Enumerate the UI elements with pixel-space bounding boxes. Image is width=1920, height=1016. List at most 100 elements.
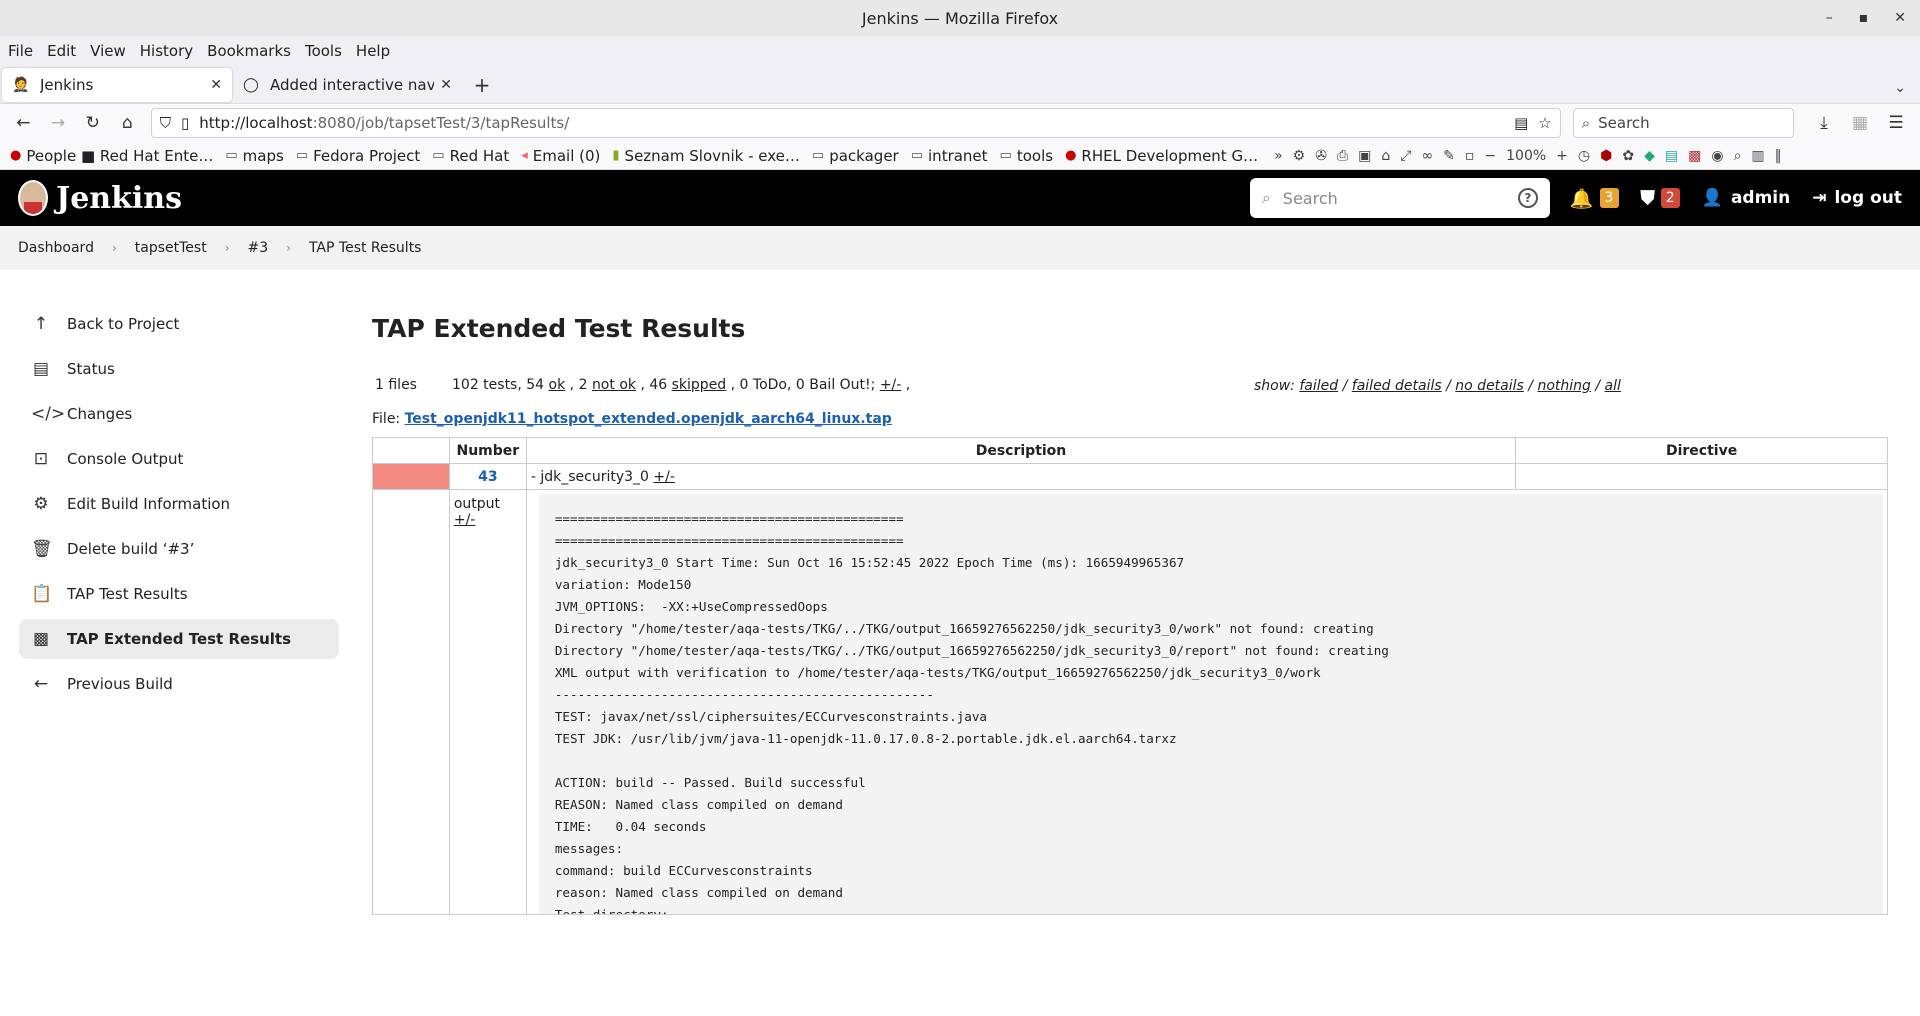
chevron-down-icon[interactable]: ⌄ [1894, 80, 1906, 96]
bookmark-folder[interactable]: ▭ maps [225, 147, 283, 165]
close-window-icon[interactable]: ✕ [1894, 10, 1906, 26]
account-icon[interactable]: ◉ [1711, 148, 1723, 164]
side-item-console-output[interactable]: ⊡ Console Output [19, 439, 339, 479]
addon-icon[interactable]: ⌂ [1381, 148, 1390, 164]
menu-edit[interactable]: Edit [47, 42, 76, 60]
extension-icon[interactable]: ▦ [1844, 108, 1876, 138]
browser-search-input[interactable]: ⌕ Search [1572, 108, 1795, 138]
home-icon[interactable]: ⌂ [112, 108, 143, 138]
empty-cell [372, 489, 450, 915]
addon-icon[interactable]: ◆ [1644, 148, 1655, 164]
side-item-label: TAP Test Results [67, 585, 188, 603]
side-item-back-to-project[interactable]: ↑ Back to Project [19, 304, 339, 344]
notifications-button[interactable]: 🔔 3 [1570, 187, 1619, 210]
minimize-icon[interactable]: – [1826, 10, 1833, 26]
bookmark-folder[interactable]: ▭ Fedora Project [296, 147, 420, 165]
jenkins-search-input[interactable]: ⌕ Search ? [1249, 178, 1550, 218]
monitors-button[interactable]: ⛊ 2 [1641, 187, 1680, 209]
toggle-output-link[interactable]: +/- [454, 512, 476, 528]
cookie-icon[interactable]: ▩ [1688, 148, 1701, 164]
print-icon[interactable]: ⎙ [1337, 148, 1348, 164]
sidebar-icon[interactable]: ▣ [1358, 148, 1371, 164]
menu-tools[interactable]: Tools [305, 42, 342, 60]
bookmark-folder[interactable]: ▭ Red Hat [432, 147, 509, 165]
close-tab-icon[interactable]: ✕ [210, 77, 222, 93]
show-failed-link[interactable]: failed [1299, 378, 1338, 394]
show-all-link[interactable]: all [1605, 378, 1621, 394]
menu-bookmarks[interactable]: Bookmarks [207, 42, 291, 60]
side-item-changes[interactable]: </> Changes [19, 394, 339, 434]
ok-link[interactable]: ok [549, 377, 566, 393]
side-item-previous-build[interactable]: ← Previous Build [19, 664, 339, 704]
clock-icon[interactable]: ◷ [1578, 148, 1590, 164]
bookmark-item[interactable]: ◂ Email (0) [521, 147, 600, 165]
side-panel: ↑ Back to Project ▤ Status </> Changes ⊡… [19, 304, 339, 709]
zoom-level[interactable]: 100% [1506, 148, 1546, 164]
tab-jenkins[interactable]: 🤵 Jenkins ✕ [2, 67, 232, 102]
zoom-out-icon[interactable]: − [1484, 148, 1496, 164]
menu-file[interactable]: File [8, 42, 33, 60]
not-ok-link[interactable]: not ok [592, 377, 636, 393]
side-item-edit-build-information[interactable]: ⚙ Edit Build Information [19, 484, 339, 524]
logout-button[interactable]: ⇥ log out [1812, 188, 1902, 208]
find-icon[interactable]: ⌕ [1734, 148, 1742, 164]
reader-icon[interactable]: ▥ [1751, 148, 1764, 164]
tap-file-link[interactable]: Test_openjdk11_hotspot_extended.openjdk_… [405, 411, 892, 427]
menu-bar: File Edit View History Bookmarks Tools H… [0, 36, 1920, 66]
shield-icon[interactable]: ⛉ [160, 114, 171, 132]
hamburger-menu-icon[interactable]: ☰ [1880, 108, 1912, 138]
fullscreen-icon[interactable]: ⤢ [1400, 148, 1411, 164]
overflow-chevron-icon[interactable]: » [1274, 148, 1283, 164]
bookmark-item[interactable]: ● RHEL Development G… [1065, 147, 1258, 165]
bookmark-folder[interactable]: ▭ tools [1000, 147, 1054, 165]
side-item-delete-build[interactable]: 🗑 Delete build ‘#3’ [19, 529, 339, 569]
close-tab-icon[interactable]: ✕ [440, 77, 452, 93]
test-number-link[interactable]: 43 [448, 463, 527, 490]
user-menu[interactable]: 👤 admin [1702, 188, 1790, 208]
zoom-in-icon[interactable]: + [1556, 148, 1568, 164]
breadcrumb-build[interactable]: #3 [248, 240, 269, 256]
addon-icon[interactable]: ⚙ [1293, 148, 1306, 164]
side-item-tap-extended-test-results[interactable]: ▩ TAP Extended Test Results [19, 619, 339, 659]
menu-view[interactable]: View [90, 42, 126, 60]
new-tab-icon[interactable]: + [466, 73, 498, 97]
addon-icon[interactable]: ▤ [1665, 148, 1678, 164]
toggle-all-link[interactable]: +/- [880, 377, 902, 393]
bookmark-star-icon[interactable]: ☆ [1538, 114, 1551, 132]
toggle-details-link[interactable]: +/- [653, 469, 675, 485]
reload-icon[interactable]: ↻ [77, 108, 108, 138]
bookmark-folder[interactable]: ▭ intranet [911, 147, 988, 165]
bookmark-item[interactable]: ▮ Seznam Slovnik - exe… [612, 147, 800, 165]
download-icon[interactable]: ⤓ [1808, 108, 1840, 138]
show-no-details-link[interactable]: no details [1455, 378, 1524, 394]
forward-icon[interactable]: → [43, 108, 74, 138]
help-icon[interactable]: ? [1517, 188, 1538, 208]
glasses-icon[interactable]: ∞ [1422, 148, 1434, 164]
breadcrumb-dashboard[interactable]: Dashboard [18, 240, 94, 256]
menu-history[interactable]: History [140, 42, 193, 60]
menu-help[interactable]: Help [356, 42, 390, 60]
library-icon[interactable]: ‖ [1775, 148, 1782, 164]
addon-icon[interactable]: ▫ [1465, 148, 1475, 164]
url-bar[interactable]: ⛉ ▯ http://localhost:8080/job/tapsetTest… [150, 108, 1561, 138]
wrench-icon[interactable]: ✎ [1443, 148, 1455, 164]
window-title: Jenkins — Mozilla Firefox [861, 8, 1059, 28]
side-item-tap-test-results[interactable]: 📋 TAP Test Results [19, 574, 339, 614]
breadcrumb-job[interactable]: tapsetTest [135, 240, 207, 256]
reader-view-icon[interactable]: ▤ [1514, 114, 1528, 132]
addon-icon[interactable]: ✿ [1622, 148, 1634, 164]
tab-github[interactable]: ◯ Added interactive navigati ✕ [232, 68, 462, 102]
bookmark-item[interactable]: ● People ■ Red Hat Ente… [10, 147, 213, 165]
side-item-status[interactable]: ▤ Status [19, 349, 339, 389]
back-icon[interactable]: ← [8, 108, 39, 138]
maximize-icon[interactable]: ▪ [1859, 10, 1869, 26]
bookmark-folder[interactable]: ▭ packager [812, 147, 899, 165]
jenkins-home-link[interactable]: Jenkins [18, 180, 182, 216]
skipped-link[interactable]: skipped [672, 377, 727, 393]
ublock-icon[interactable]: ⬢ [1600, 148, 1612, 164]
addon-icon[interactable]: ✇ [1315, 148, 1327, 164]
show-nothing-link[interactable]: nothing [1537, 378, 1590, 394]
chevron-right-icon: › [224, 241, 230, 255]
show-failed-details-link[interactable]: failed details [1352, 378, 1442, 394]
breadcrumb-current[interactable]: TAP Test Results [309, 240, 422, 256]
